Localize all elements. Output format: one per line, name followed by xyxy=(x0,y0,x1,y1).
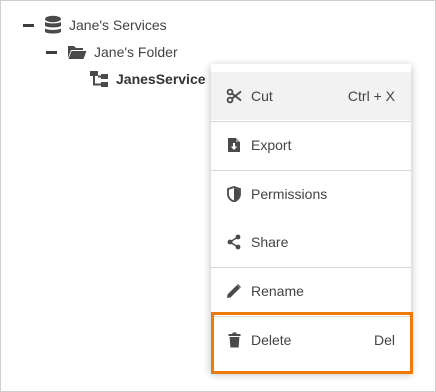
menu-item-permissions[interactable]: Permissions xyxy=(211,170,411,218)
pencil-icon xyxy=(226,283,242,299)
delete-highlight-box xyxy=(211,312,413,374)
menu-item-permissions-label: Permissions xyxy=(251,186,328,202)
menu-item-cut[interactable]: Cut Ctrl + X xyxy=(211,72,411,120)
collapse-minus-icon[interactable] xyxy=(46,50,57,54)
menu-item-share[interactable]: Share xyxy=(211,218,411,266)
menu-item-cut-label: Cut xyxy=(251,88,273,104)
menu-item-cut-shortcut: Ctrl + X xyxy=(347,88,395,104)
service-tree-icon xyxy=(89,70,109,88)
tree-label-folder: Jane's Folder xyxy=(94,44,178,60)
menu-item-export[interactable]: Export xyxy=(211,121,411,169)
database-icon xyxy=(44,15,62,35)
menu-item-rename[interactable]: Rename xyxy=(211,267,411,315)
collapse-minus-icon[interactable] xyxy=(23,23,34,27)
tree-node-service[interactable]: JanesService xyxy=(89,68,206,90)
scissors-icon xyxy=(226,88,242,104)
file-export-icon xyxy=(226,137,242,153)
menu-item-rename-label: Rename xyxy=(251,283,304,299)
tree-panel: Jane's Services Jane's Folder JanesServi… xyxy=(0,0,436,392)
share-icon xyxy=(226,234,242,250)
tree-node-folder[interactable]: Jane's Folder xyxy=(46,41,178,63)
tree-label-service: JanesService xyxy=(116,71,206,87)
shield-icon xyxy=(226,186,242,202)
menu-item-share-label: Share xyxy=(251,234,289,250)
menu-item-export-label: Export xyxy=(251,137,292,153)
folder-open-icon xyxy=(67,44,87,60)
tree-node-root[interactable]: Jane's Services xyxy=(23,14,167,36)
tree-label-root: Jane's Services xyxy=(69,17,167,33)
